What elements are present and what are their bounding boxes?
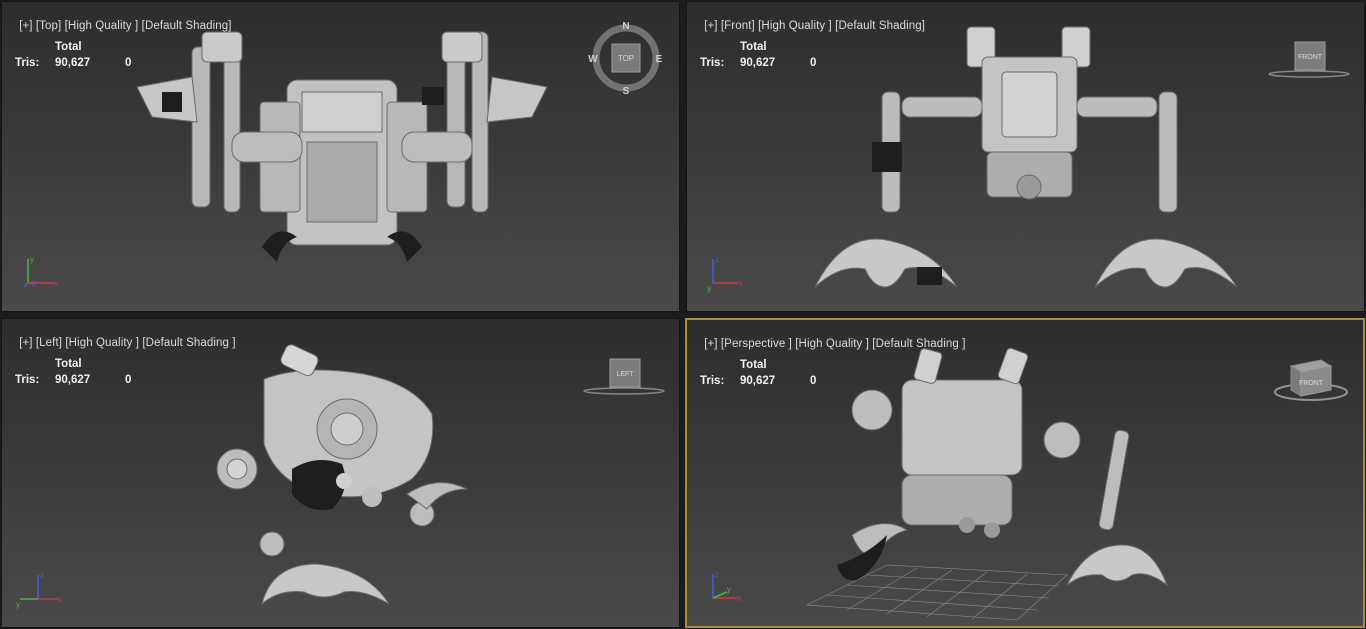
axis-depth-label: y	[727, 585, 731, 594]
axis-right-label: x	[739, 279, 743, 288]
robot-model-front-view[interactable]	[687, 2, 1365, 312]
axis-right-label: x	[737, 594, 741, 603]
axis-tripod-icon: z x y	[712, 570, 741, 603]
axis-tripod-icon: y x z	[23, 255, 58, 288]
robot-model-top-view[interactable]	[2, 2, 680, 312]
axis-up-label: z	[715, 255, 719, 264]
axis-right-label: x	[58, 595, 62, 604]
viewport-front[interactable]: [+] [Front] [High Quality ] [Default Sha…	[686, 1, 1365, 312]
axis-depth-label: y	[707, 284, 711, 293]
axis-right-label: x	[54, 279, 58, 288]
robot-model-perspective-view[interactable]	[687, 320, 1365, 628]
viewport-left[interactable]: [+] [Left] [High Quality ] [Default Shad…	[1, 318, 680, 628]
robot-model-left-view[interactable]	[2, 319, 680, 628]
axis-depth-label: z	[32, 279, 36, 288]
axis-up-label: z	[40, 571, 44, 580]
axis-depth-label: y	[16, 600, 20, 609]
viewport-top[interactable]: [+] [Top] [High Quality ] [Default Shadi…	[1, 1, 680, 312]
viewport-perspective[interactable]: [+] [Perspective ] [High Quality ] [Defa…	[685, 318, 1365, 628]
axis-tripod-icon: z x y	[16, 571, 62, 609]
axis-tripod-icon: z x y	[707, 255, 743, 293]
axis-up-label: z	[715, 570, 719, 579]
axis-up-label: y	[30, 255, 34, 264]
